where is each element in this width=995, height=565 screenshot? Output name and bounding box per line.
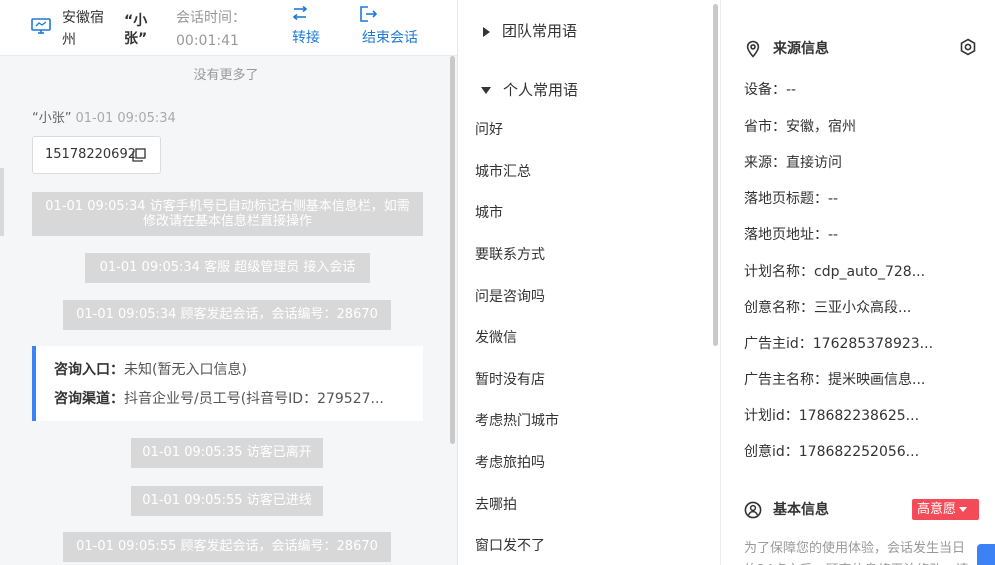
copy-icon[interactable]: [132, 148, 146, 162]
basic-info-title: 基本信息: [744, 500, 829, 520]
intent-level-dropdown[interactable]: 高意愿: [912, 499, 979, 520]
system-message: 01-01 09:05:34 客服 超级管理员 接入会话: [85, 253, 370, 283]
phrase-item[interactable]: 城市: [475, 203, 503, 223]
chat-messages: 没有更多了 “小张” 01-01 09:05:34 15178220692 01-…: [0, 56, 452, 565]
consult-channel-row: 咨询渠道：抖音企业号/员工号(抖音号ID：279527...: [54, 385, 420, 414]
consult-entry-label: 咨询入口：: [54, 362, 124, 378]
location-pin-icon: [746, 40, 760, 58]
visitor-name: “小张”: [124, 13, 148, 47]
logout-icon: [360, 6, 378, 22]
team-phrases-label: 团队常用语: [502, 22, 578, 40]
phrase-item[interactable]: 去哪拍: [475, 495, 517, 515]
field-plan-id: 计划id：178682238625...: [744, 408, 920, 424]
consult-info-card: 咨询入口：未知(暂无入口信息) 咨询渠道：抖音企业号/员工号(抖音号ID：279…: [32, 346, 423, 421]
phrase-item[interactable]: 问是咨询吗: [475, 287, 545, 307]
end-session-label: 结束会话: [362, 30, 418, 46]
message-bubble: 15178220692: [32, 136, 161, 174]
intent-level-label: 高意愿: [917, 502, 957, 517]
system-message: 01-01 09:05:55 访客已进线: [131, 486, 323, 516]
phrase-item[interactable]: 发微信: [475, 328, 517, 348]
no-more-messages: 没有更多了: [193, 68, 259, 83]
field-source: 来源：直接访问: [744, 155, 842, 171]
phrase-item[interactable]: 问好: [475, 120, 503, 140]
phrase-item[interactable]: 窗口发不了: [475, 536, 545, 556]
phrases-panel: 团队常用语 个人常用语 问好 城市汇总 城市 要联系方式 问是咨询吗 发微信 暂…: [458, 0, 720, 565]
phrase-item[interactable]: 考虑旅拍吗: [475, 453, 545, 473]
field-creative-name: 创意名称：三亚小众高段...: [744, 300, 912, 316]
monitor-icon: [31, 18, 51, 34]
chat-header: 安徽宿州 “小张” 会话时间： 00:01:41 转接 结束会话: [0, 0, 457, 56]
transfer-button[interactable]: 转接: [288, 6, 324, 48]
field-plan-name: 计划名称：cdp_auto_728...: [744, 264, 926, 280]
consult-channel-label: 咨询渠道：: [54, 391, 124, 407]
system-message: 01-01 09:05:35 访客已离开: [131, 438, 323, 468]
field-landing-title: 落地页标题：--: [744, 191, 839, 207]
end-session-button[interactable]: 结束会话: [359, 6, 421, 48]
transfer-label: 转接: [292, 30, 320, 46]
system-message: 01-01 09:05:34 访客手机号已自动标记右侧基本信息栏，如需修改请在基…: [32, 192, 423, 236]
personal-phrases-group[interactable]: 个人常用语: [481, 80, 578, 100]
consult-channel-value: 抖音企业号/员工号(抖音号ID：279527...: [124, 391, 384, 407]
expand-right-icon: [483, 26, 490, 37]
phrase-item[interactable]: 要联系方式: [475, 245, 545, 265]
phrase-item[interactable]: 考虑热门城市: [475, 411, 559, 431]
phrase-item[interactable]: 城市汇总: [475, 162, 531, 182]
message-text: 15178220692: [45, 147, 136, 162]
chat-scrollbar[interactable]: [450, 56, 455, 444]
session-time-value: 00:01:41: [176, 33, 239, 49]
system-message: 01-01 09:05:55 顾客发起会话，会话编号：28670: [63, 532, 391, 562]
field-landing-url: 落地页地址：--: [744, 227, 839, 243]
edit-notice: 为了保障您的使用体验，会话发生当日的24点之后，顾客信息将无法修改，请: [744, 541, 969, 565]
caret-down-icon: [959, 507, 968, 512]
message-meta: “小张” 01-01 09:05:34: [32, 110, 176, 128]
customer-info-panel: 来源信息 设备：-- 省市：安徽，宿州 来源：直接访问 落地页标题：-- 落地页…: [720, 0, 995, 565]
field-advertiser-name: 广告主名称：提米映画信息...: [744, 372, 926, 388]
field-advertiser-id: 广告主id：176285378923...: [744, 336, 934, 352]
visitor-location: 安徽宿州: [62, 10, 104, 48]
session-time-label: 会话时间：: [176, 10, 246, 26]
personal-phrases-label: 个人常用语: [503, 81, 579, 99]
consult-entry-row: 咨询入口：未知(暂无入口信息): [54, 356, 420, 385]
floating-action-button[interactable]: [977, 544, 995, 565]
message-time: 01-01 09:05:34: [75, 111, 176, 126]
system-message: 01-01 09:05:34 顾客发起会话，会话编号：28670: [63, 300, 391, 330]
settings-icon[interactable]: [959, 38, 977, 56]
collapse-down-icon: [481, 87, 491, 94]
field-creative-id: 创意id：178682252056...: [744, 444, 920, 460]
message-sender: “小张”: [32, 111, 72, 126]
phrases-scrollbar[interactable]: [713, 4, 718, 346]
phrase-item[interactable]: 暂时没有店: [475, 370, 545, 390]
chat-panel: 安徽宿州 “小张” 会话时间： 00:01:41 转接 结束会话 没有更多了 “: [0, 0, 458, 565]
field-device: 设备：--: [744, 82, 797, 98]
user-icon: [744, 501, 762, 519]
consult-entry-value: 未知(暂无入口信息): [124, 362, 247, 378]
source-info-title: 来源信息: [744, 39, 829, 59]
field-province-city: 省市：安徽，宿州: [744, 119, 856, 135]
transfer-icon: [292, 6, 308, 21]
team-phrases-group[interactable]: 团队常用语: [481, 21, 577, 41]
